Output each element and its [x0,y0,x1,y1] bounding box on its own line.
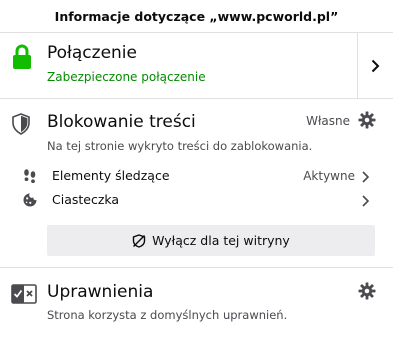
blocking-mode-label: Własne [306,114,350,128]
chevron-right-icon [362,195,370,207]
cookie-icon [23,193,37,207]
list-item-trackers[interactable]: Elementy śledzące Aktywne [0,166,393,188]
lock-icon [13,44,31,69]
chevron-right-icon [371,59,380,72]
connection-section[interactable]: Połączenie Zabezpieczone połączenie [0,33,393,99]
shield-icon [12,113,30,135]
gear-icon[interactable] [358,282,376,300]
trackers-status: Aktywne [303,169,355,183]
permissions-title: Uprawnienia [47,282,154,302]
content-blocking-title: Blokowanie treści [47,112,196,132]
permissions-icon [11,284,37,304]
gear-icon[interactable] [358,111,376,129]
footprints-icon [24,169,36,183]
chevron-right-icon [362,171,370,183]
connection-status: Zabezpieczone połączenie [47,70,206,84]
content-blocking-description: Na tej stronie wykryto treści do zabloko… [47,139,313,153]
content-blocking-section: Blokowanie treści Własne Na tej stronie … [0,99,393,268]
list-item-cookies[interactable]: Ciasteczka [0,190,393,212]
disable-button-label: Wyłącz dla tej witryny [152,233,290,248]
connection-details-button[interactable] [358,33,393,98]
panel-header: Informacje dotyczące „www.pcworld.pl” [0,0,393,33]
cookies-label: Ciasteczka [52,192,120,207]
permissions-section: Uprawnienia Strona korzysta z domyślnych… [0,268,393,339]
disable-for-site-button[interactable]: Wyłącz dla tej witryny [47,225,375,256]
site-info-panel: Informacje dotyczące „www.pcworld.pl” Po… [0,0,393,339]
trackers-label: Elementy śledzące [52,168,170,183]
panel-title: Informacje dotyczące „www.pcworld.pl” [54,8,339,24]
shield-disabled-icon [132,233,146,248]
connection-title: Połączenie [47,43,137,63]
permissions-description: Strona korzysta z domyślnych uprawnień. [47,308,288,322]
